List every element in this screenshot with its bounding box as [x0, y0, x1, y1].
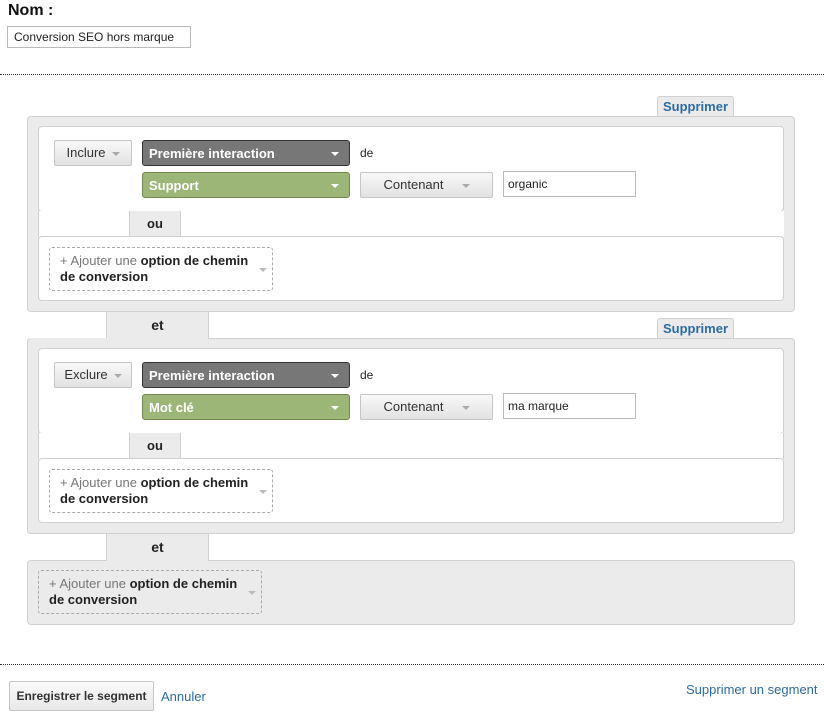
or-connector: ou	[130, 433, 180, 459]
top-divider	[0, 74, 824, 75]
add-path-option-button-final[interactable]: + Ajouter une option de chemin de conver…	[38, 570, 262, 614]
value-input-1[interactable]	[503, 171, 636, 197]
chevron-down-icon	[248, 591, 256, 595]
add-option-label-2: de conversion	[49, 592, 138, 607]
chevron-down-icon	[331, 152, 339, 156]
operator-dropdown-1[interactable]: Contenant	[360, 172, 493, 198]
or-connector: ou	[130, 211, 180, 237]
connector-spacer	[0, 312, 107, 338]
chevron-down-icon	[331, 374, 339, 378]
operator-label: Contenant	[383, 177, 444, 192]
connector-spacer	[180, 211, 784, 237]
add-option-label-2: de conversion	[60, 491, 149, 506]
connector-edge	[208, 312, 209, 338]
add-prefix: + Ajouter une	[60, 253, 137, 268]
interaction-label: Première interaction	[149, 368, 275, 383]
condition-2-rule-box	[38, 348, 784, 434]
mode-label: Exclure	[64, 367, 108, 382]
interaction-dropdown-2[interactable]: Première interaction	[142, 362, 350, 388]
connector-join	[28, 338, 107, 339]
exclude-mode-dropdown[interactable]: Exclure	[54, 362, 132, 388]
connector-spacer	[38, 433, 130, 459]
delete-condition-1-tab[interactable]: Supprimer	[657, 96, 734, 117]
chevron-down-icon	[461, 405, 470, 410]
chevron-down-icon	[113, 373, 122, 378]
connector-join	[107, 337, 208, 340]
interaction-label: Première interaction	[149, 146, 275, 161]
segment-name-input[interactable]	[7, 26, 191, 48]
bottom-divider	[0, 664, 824, 665]
name-label: Nom :	[8, 2, 54, 19]
condition-1-rule-box	[38, 126, 784, 212]
operator-label: Contenant	[383, 399, 444, 414]
save-segment-button[interactable]: Enregistrer le segment	[9, 681, 154, 711]
chevron-down-icon	[331, 184, 339, 188]
interaction-dropdown-1[interactable]: Première interaction	[142, 140, 350, 166]
cancel-link[interactable]: Annuler	[161, 689, 206, 704]
add-option-label: option de chemin	[129, 576, 238, 591]
add-path-option-button-2[interactable]: + Ajouter une option de chemin de conver…	[49, 469, 273, 513]
operator-dropdown-2[interactable]: Contenant	[360, 394, 493, 420]
connector-spacer	[180, 433, 784, 459]
connector-join	[107, 559, 208, 562]
mode-label: Inclure	[66, 145, 106, 160]
connector-edge	[208, 534, 209, 560]
add-path-option-button-1[interactable]: + Ajouter une option de chemin de conver…	[49, 247, 273, 291]
chevron-down-icon	[461, 183, 470, 188]
add-option-label: option de chemin	[140, 253, 249, 268]
delete-condition-2-tab[interactable]: Supprimer	[657, 318, 734, 339]
include-mode-dropdown[interactable]: Inclure	[54, 140, 132, 166]
value-input-2[interactable]	[503, 393, 636, 419]
of-label: de	[360, 368, 374, 382]
chevron-down-icon	[331, 406, 339, 410]
dimension-label: Mot clé	[149, 400, 194, 415]
add-prefix: + Ajouter une	[60, 475, 137, 490]
chevron-down-icon	[111, 151, 120, 156]
add-option-label-2: de conversion	[60, 269, 149, 284]
and-connector: et	[107, 534, 208, 561]
chevron-down-icon	[259, 490, 267, 494]
add-prefix: + Ajouter une	[49, 576, 126, 591]
dimension-dropdown-1[interactable]: Support	[142, 172, 350, 198]
and-connector: et	[107, 312, 208, 339]
dimension-label: Support	[149, 178, 199, 193]
dimension-dropdown-2[interactable]: Mot clé	[142, 394, 350, 420]
chevron-down-icon	[259, 268, 267, 272]
delete-segment-link[interactable]: Supprimer un segment	[686, 682, 818, 697]
connector-spacer	[38, 211, 130, 237]
add-option-label: option de chemin	[140, 475, 249, 490]
of-label: de	[360, 146, 374, 160]
